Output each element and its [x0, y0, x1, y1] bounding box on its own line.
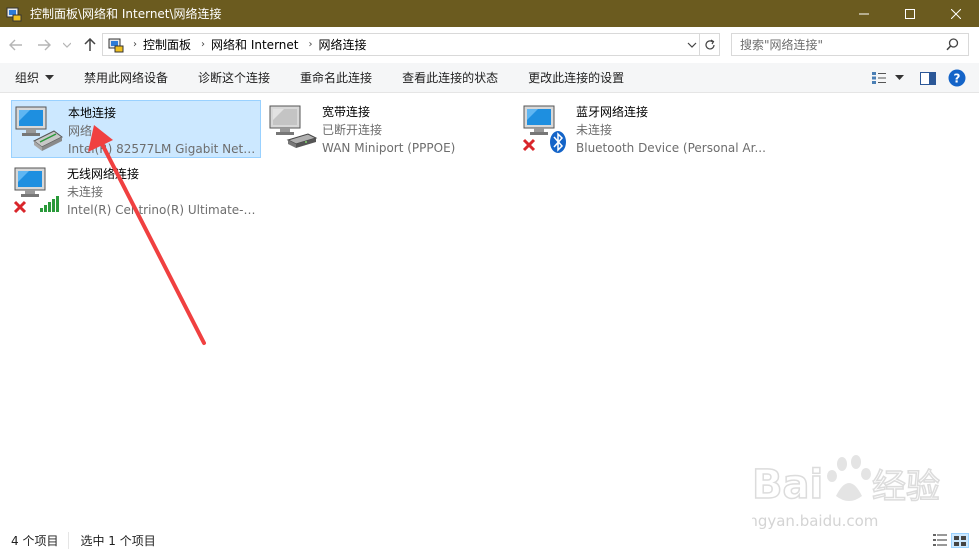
breadcrumb-control-panel[interactable]: 控制面板 [143, 36, 191, 53]
search-box[interactable] [731, 33, 969, 56]
help-button[interactable]: ? [943, 68, 971, 88]
connection-device: Intel(R) 82577LM Gigabit Netw... [68, 142, 260, 156]
svg-text:?: ? [954, 72, 961, 86]
preview-pane-button[interactable] [913, 68, 943, 88]
connection-status: 未连接 [67, 185, 104, 199]
view-details-icon [872, 72, 886, 84]
change-view-button[interactable] [867, 68, 891, 88]
tiles-view-button[interactable] [951, 533, 969, 548]
details-view-icon [933, 534, 947, 546]
address-row: › 控制面板 › 网络和 Internet › 网络连接 [0, 27, 979, 63]
breadcrumb-network-internet[interactable]: 网络和 Internet [211, 36, 298, 53]
arrow-left-icon [9, 39, 22, 51]
preview-pane-icon [920, 71, 936, 85]
close-button[interactable] [933, 0, 979, 27]
arrow-up-icon [84, 38, 96, 51]
control-panel-icon [105, 35, 127, 55]
chevron-right-icon: › [133, 39, 137, 50]
wireless-network-icon [11, 162, 67, 218]
network-connections-icon [6, 6, 22, 22]
connection-device: Bluetooth Device (Personal Ar... [576, 141, 766, 155]
connection-item-local[interactable]: 本地连接 网络 Intel(R) 82577LM Gigabit Netw... [11, 100, 261, 158]
close-icon [951, 8, 961, 19]
chevron-right-icon[interactable]: › [302, 39, 318, 50]
connection-status: 未连接 [576, 123, 613, 137]
connection-status: 已断开连接 [322, 123, 383, 137]
search-icon[interactable] [946, 38, 959, 54]
bluetooth-network-icon [520, 100, 576, 156]
caret-down-icon [894, 75, 904, 80]
recent-locations-button[interactable] [60, 35, 74, 55]
diagnose-button[interactable]: 诊断这个连接 [183, 63, 285, 93]
address-dropdown-button[interactable] [687, 38, 697, 55]
arrow-right-icon [38, 39, 51, 51]
broadband-modem-icon [266, 100, 322, 156]
tiles-view-icon [954, 535, 966, 546]
connection-device: WAN Miniport (PPPOE) [322, 141, 456, 155]
ethernet-adapter-icon [12, 101, 68, 157]
item-count: 4 个项目 [11, 534, 59, 548]
refresh-button[interactable] [699, 34, 719, 55]
breadcrumb-network-connections[interactable]: 网络连接 [318, 36, 366, 53]
maximize-icon [905, 8, 915, 19]
connection-item-bluetooth[interactable]: 蓝牙网络连接 未连接 Bluetooth Device (Personal Ar… [520, 100, 770, 158]
watermark-url: jingyan.baidu.com [752, 512, 878, 530]
refresh-icon [704, 38, 715, 49]
command-bar: 组织 禁用此网络设备 诊断这个连接 重命名此连接 查看此连接的状态 更改此连接的… [0, 63, 979, 93]
view-options-button[interactable] [891, 68, 907, 88]
window-title: 控制面板\网络和 Internet\网络连接 [30, 7, 222, 21]
organize-label: 组织 [15, 71, 40, 85]
connection-status: 网络 [68, 124, 93, 138]
view-status-button[interactable]: 查看此连接的状态 [387, 63, 513, 93]
title-bar: 控制面板\网络和 Internet\网络连接 [0, 0, 979, 27]
up-button[interactable] [80, 35, 100, 55]
status-bar: 4 个项目 选中 1 个项目 [0, 530, 979, 551]
minimize-button[interactable] [841, 0, 887, 27]
connection-name: 蓝牙网络连接 [576, 105, 649, 119]
selected-count: 选中 1 个项目 [68, 532, 156, 549]
organize-button[interactable]: 组织 [0, 63, 69, 93]
maximize-button[interactable] [887, 0, 933, 27]
minimize-icon [859, 13, 869, 14]
chevron-down-icon [63, 42, 71, 48]
connection-item-broadband[interactable]: 宽带连接 已断开连接 WAN Miniport (PPPOE) [266, 100, 516, 158]
chevron-down-icon [687, 42, 697, 48]
caret-down-icon [45, 74, 55, 80]
chevron-right-icon[interactable]: › [195, 39, 211, 50]
help-icon: ? [948, 69, 966, 87]
watermark-brand: Bai [752, 462, 823, 508]
address-bar[interactable]: › 控制面板 › 网络和 Internet › 网络连接 [102, 33, 720, 56]
search-input[interactable] [732, 37, 937, 52]
rename-button[interactable]: 重命名此连接 [285, 63, 387, 93]
baidu-watermark: Bai 经验 jingyan.baidu.com [739, 442, 952, 532]
disable-device-button[interactable]: 禁用此网络设备 [69, 63, 183, 93]
change-settings-button[interactable]: 更改此连接的设置 [513, 63, 639, 93]
connection-name: 本地连接 [68, 106, 117, 120]
paw-icon [827, 455, 871, 501]
connection-name: 无线网络连接 [67, 167, 140, 181]
connection-item-wireless[interactable]: 无线网络连接 未连接 Intel(R) Centrino(R) Ultimate… [11, 162, 261, 220]
connection-name: 宽带连接 [322, 105, 371, 119]
details-view-button[interactable] [933, 534, 947, 549]
back-button[interactable] [6, 35, 26, 55]
connection-device: Intel(R) Centrino(R) Ultimate-N... [67, 203, 259, 217]
watermark-brand2: 经验 [872, 467, 940, 507]
forward-button[interactable] [34, 35, 54, 55]
